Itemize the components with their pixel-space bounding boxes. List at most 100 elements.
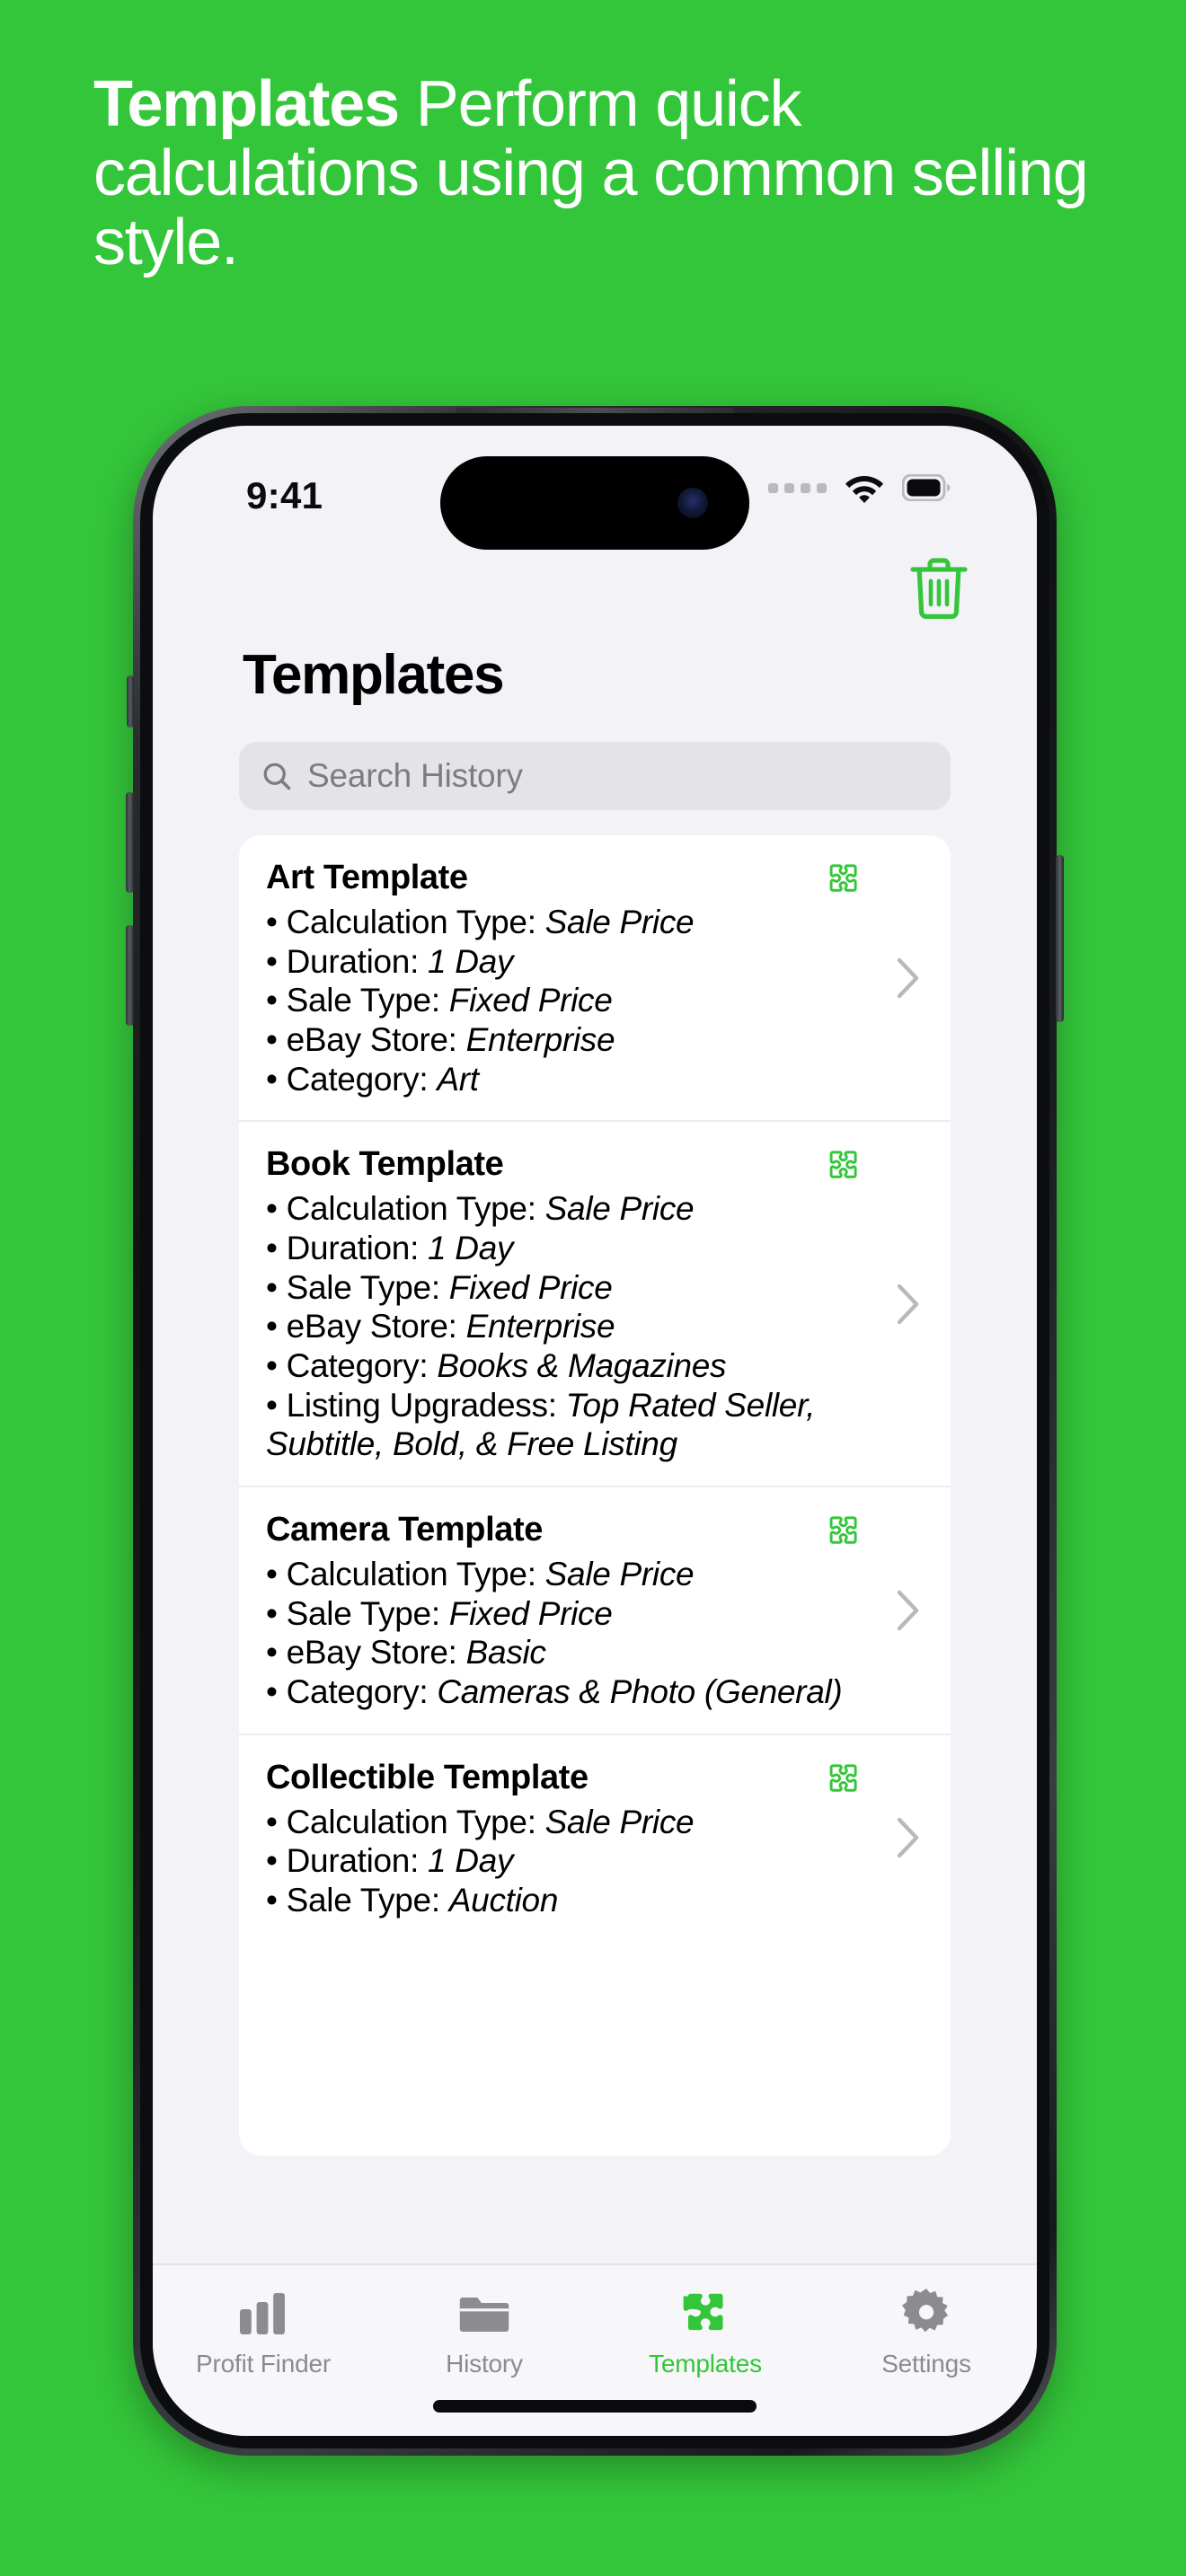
- template-detail-value: Sale Price: [544, 904, 695, 940]
- gear-icon: [901, 2287, 951, 2339]
- template-detail-line: • Sale Type: Fixed Price: [266, 981, 924, 1020]
- search-input[interactable]: Search History: [239, 742, 951, 810]
- template-card[interactable]: Book Template • Calculation Type: Sale Pr…: [239, 1122, 951, 1487]
- template-detail-line: • Category: Cameras & Photo (General): [266, 1672, 924, 1712]
- chevron-right-icon: [897, 1590, 919, 1630]
- template-detail-value: Cameras & Photo (General): [437, 1672, 843, 1710]
- template-detail-label: • Calculation Type:: [266, 904, 545, 940]
- dynamic-island: [440, 456, 749, 550]
- template-detail-line: • Sale Type: Fixed Price: [266, 1268, 924, 1308]
- template-detail-line: • eBay Store: Enterprise: [266, 1020, 924, 1060]
- delete-all-button[interactable]: [906, 553, 972, 623]
- battery-icon: [902, 474, 951, 501]
- template-detail-line: • Listing Upgradess: Top Rated Seller, S…: [266, 1386, 924, 1464]
- tab-label-templates: Templates: [649, 2350, 762, 2378]
- phone-screen: 9:41 Templates Search History Art Templa…: [153, 426, 1037, 2436]
- template-detail-line: • Calculation Type: Sale Price: [266, 1555, 924, 1594]
- template-detail-value: Auction: [448, 1881, 559, 1919]
- tab-label-profit-finder: Profit Finder: [196, 2350, 331, 2378]
- template-puzzle-badge: [818, 1147, 864, 1194]
- home-indicator[interactable]: [433, 2400, 757, 2413]
- promo-headline: Templates Perform quick calculations usi…: [0, 68, 1186, 278]
- cellular-dots-icon: [768, 482, 827, 493]
- template-detail-value: Art: [437, 1060, 479, 1098]
- volume-down-button[interactable]: [126, 925, 134, 1026]
- chevron-right-icon: [897, 957, 919, 998]
- template-puzzle-badge: [818, 1760, 864, 1807]
- tab-profit-finder[interactable]: Profit Finder: [153, 2287, 374, 2378]
- template-detail-value: Fixed Price: [448, 1594, 613, 1632]
- puzzle-piece-icon: [829, 1763, 857, 1792]
- tab-label-settings: Settings: [881, 2350, 971, 2378]
- tab-history[interactable]: History: [374, 2287, 595, 2378]
- chevron-right-icon: [897, 1818, 919, 1858]
- template-detail-line: • Sale Type: Fixed Price: [266, 1594, 924, 1634]
- template-detail-label: • Sale Type:: [266, 1881, 449, 1919]
- template-puzzle-badge: [818, 1513, 864, 1559]
- template-detail-label: • Sale Type:: [266, 982, 449, 1019]
- search-icon: [263, 763, 291, 790]
- template-detail-label: • eBay Store:: [266, 1634, 466, 1672]
- puzzle-piece-icon: [829, 1516, 857, 1544]
- template-detail-label: • Listing Upgradess:: [266, 1386, 566, 1424]
- template-detail-value: Enterprise: [465, 1308, 615, 1345]
- template-detail-value: Sale Price: [544, 1190, 695, 1228]
- top-action-row: [153, 541, 1037, 634]
- template-detail-value: Books & Magazines: [437, 1346, 727, 1384]
- puzzle-piece-icon: [679, 2287, 731, 2339]
- template-disclosure-chevron[interactable]: [897, 957, 920, 999]
- status-bar-indicators: [768, 472, 951, 503]
- volume-up-button[interactable]: [126, 792, 134, 893]
- template-detail-label: • Category:: [266, 1346, 438, 1384]
- phone-frame: 9:41 Templates Search History Art Templa…: [126, 406, 1064, 2456]
- puzzle-piece-icon: [829, 864, 857, 892]
- template-list[interactable]: Art Template • Calculation Type: Sale Pri…: [239, 835, 951, 2156]
- front-camera-lens-icon: [677, 488, 708, 518]
- template-detail-value: 1 Day: [428, 942, 514, 980]
- template-disclosure-chevron[interactable]: [897, 1590, 920, 1631]
- template-disclosure-chevron[interactable]: [897, 1284, 920, 1325]
- template-detail-label: • eBay Store:: [266, 1308, 466, 1345]
- silent-switch-button[interactable]: [127, 675, 134, 728]
- template-detail-line: • Calculation Type: Sale Price: [266, 903, 924, 942]
- template-detail-line: • eBay Store: Basic: [266, 1633, 924, 1672]
- trash-icon: [910, 558, 968, 619]
- template-detail-label: • Calculation Type:: [266, 1803, 545, 1840]
- status-bar: 9:41: [153, 426, 1037, 550]
- tab-settings[interactable]: Settings: [816, 2287, 1037, 2378]
- template-disclosure-chevron[interactable]: [897, 1817, 920, 1858]
- tab-templates[interactable]: Templates: [595, 2287, 816, 2378]
- template-detail-label: • Sale Type:: [266, 1594, 449, 1632]
- template-detail-line: • Sale Type: Auction: [266, 1881, 924, 1920]
- template-detail-line: • Calculation Type: Sale Price: [266, 1803, 924, 1842]
- template-detail-value: Enterprise: [465, 1020, 615, 1058]
- tab-label-history: History: [446, 2350, 523, 2378]
- power-button[interactable]: [1056, 855, 1064, 1022]
- template-detail-value: Sale Price: [544, 1555, 695, 1592]
- promo-headline-bold: Templates: [93, 68, 400, 140]
- template-detail-label: • Category:: [266, 1672, 438, 1710]
- template-card[interactable]: Collectible Template • Calculation Type: …: [239, 1735, 951, 1942]
- template-detail-label: • Duration:: [266, 1229, 429, 1266]
- template-detail-label: • eBay Store:: [266, 1020, 466, 1058]
- template-detail-line: • Duration: 1 Day: [266, 1229, 924, 1268]
- template-detail-line: • Category: Books & Magazines: [266, 1346, 924, 1386]
- template-detail-line: • eBay Store: Enterprise: [266, 1307, 924, 1346]
- template-detail-label: • Calculation Type:: [266, 1190, 545, 1228]
- template-detail-value: 1 Day: [428, 1842, 514, 1880]
- template-detail-label: • Sale Type:: [266, 1268, 449, 1306]
- template-detail-label: • Category:: [266, 1060, 438, 1098]
- template-card[interactable]: Camera Template • Calculation Type: Sale …: [239, 1487, 951, 1735]
- template-detail-label: • Duration:: [266, 1842, 429, 1880]
- template-card[interactable]: Art Template • Calculation Type: Sale Pri…: [239, 835, 951, 1123]
- template-detail-label: • Duration:: [266, 942, 429, 980]
- template-detail-line: • Category: Art: [266, 1060, 924, 1099]
- search-placeholder: Search History: [307, 757, 523, 794]
- folder-icon: [459, 2287, 509, 2339]
- template-detail-value: Basic: [465, 1634, 546, 1672]
- status-bar-time: 9:41: [246, 474, 323, 516]
- page-title: Templates: [243, 644, 505, 706]
- template-detail-line: • Duration: 1 Day: [266, 1841, 924, 1881]
- bar-chart-icon: [238, 2287, 288, 2339]
- template-detail-line: • Duration: 1 Day: [266, 942, 924, 982]
